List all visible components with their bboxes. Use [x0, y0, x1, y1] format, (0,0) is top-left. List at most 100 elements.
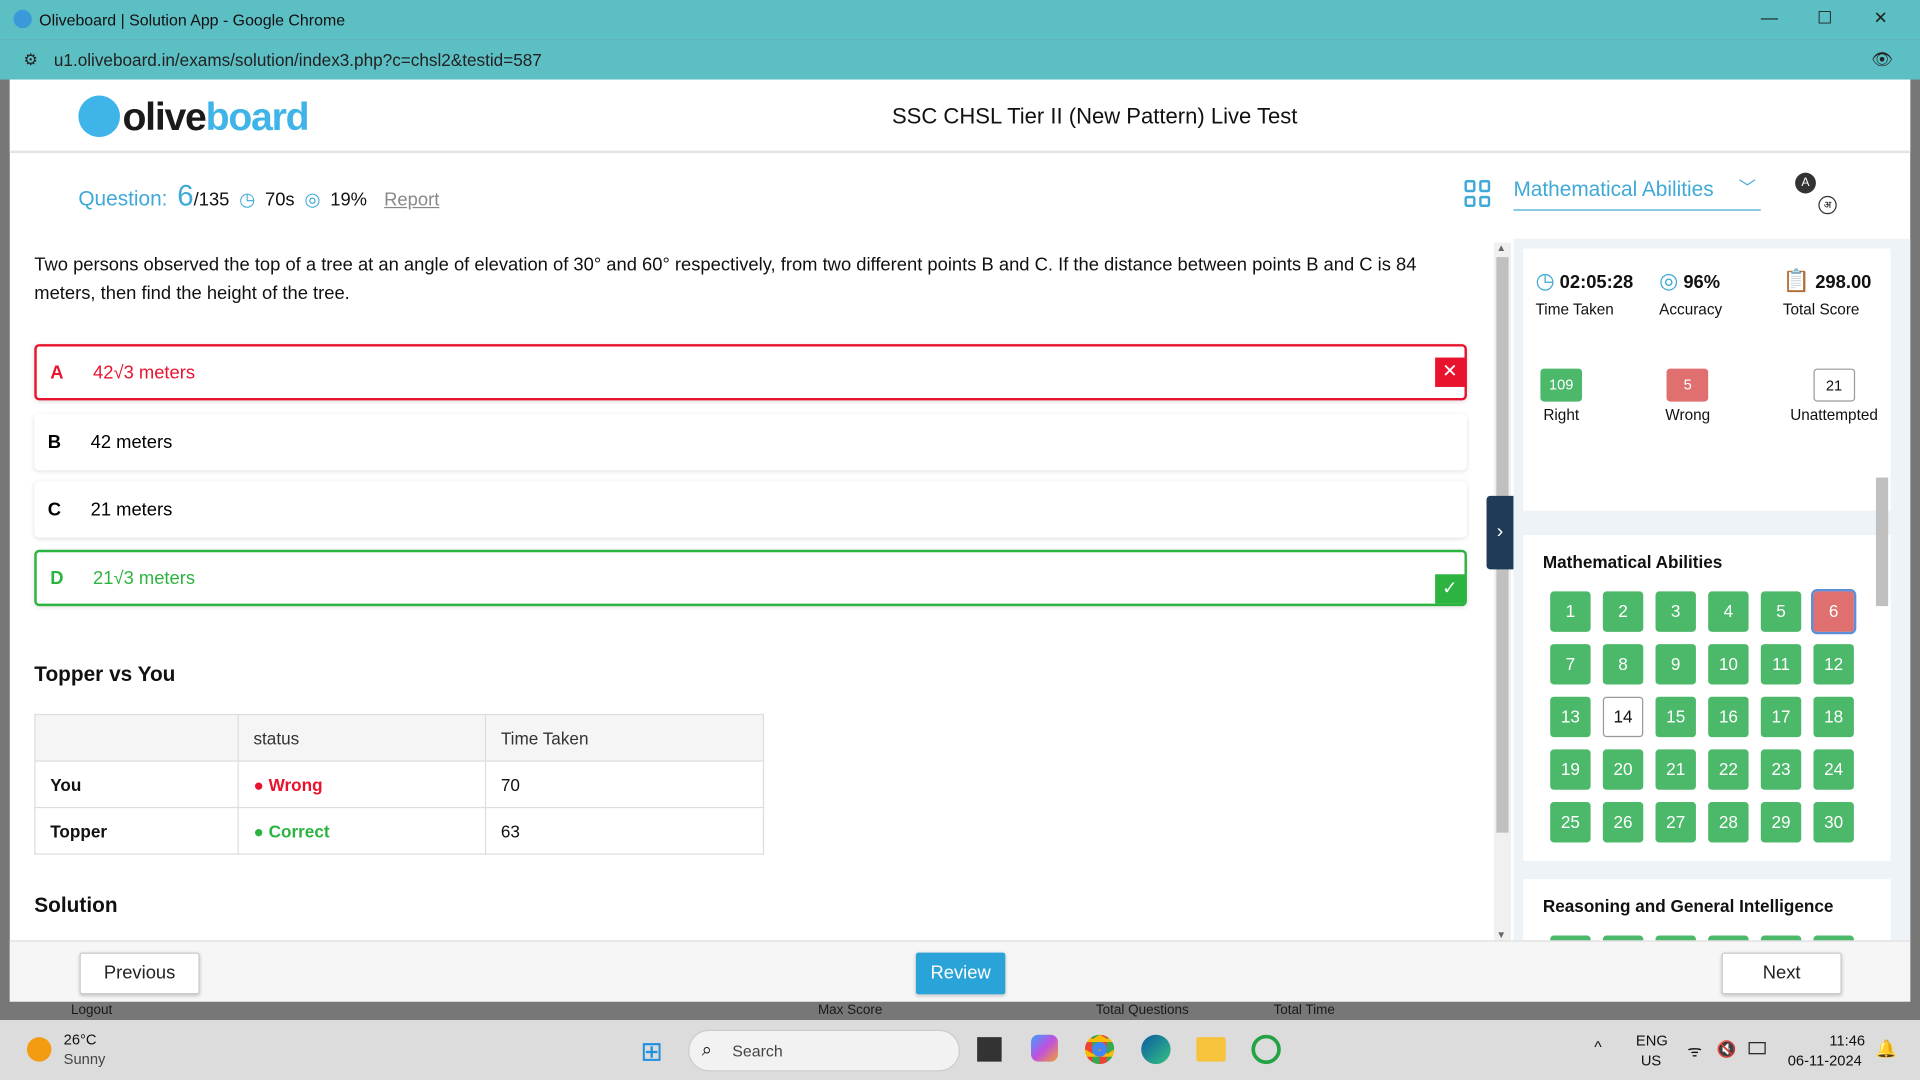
- site-settings-icon[interactable]: ⚙: [20, 50, 42, 70]
- palette-question-30[interactable]: 30: [1813, 802, 1854, 843]
- previous-button[interactable]: Previous: [79, 952, 200, 995]
- weather-temp[interactable]: 26°C: [64, 1031, 97, 1048]
- question-number: 6: [177, 180, 194, 214]
- question-time: 70s: [265, 189, 295, 211]
- option-letter: B: [47, 431, 62, 453]
- palette-question-3[interactable]: 3: [1655, 591, 1696, 632]
- question-bar: Question: 6/135 ◷ 70s ◎ 19% Report: [78, 180, 439, 214]
- volume-muted-icon[interactable]: 🔇: [1717, 1040, 1737, 1060]
- language-toggle-icon[interactable]: Aअ: [1795, 172, 1837, 215]
- wrong-x-icon: ✕: [1435, 357, 1465, 387]
- palette-question-21[interactable]: 21: [1655, 749, 1696, 790]
- option-c[interactable]: C 21 meters: [34, 481, 1467, 538]
- weather-condition[interactable]: Sunny: [64, 1051, 106, 1068]
- taskbar: 26°C Sunny ⊞ ⌕ Search ^ ENG US ᯤ 🔇 11:46 …: [0, 1020, 1920, 1080]
- url-text[interactable]: u1.oliveboard.in/exams/solution/index3.p…: [54, 50, 542, 70]
- language-indicator[interactable]: ENG: [1636, 1032, 1668, 1049]
- palette-question-26[interactable]: 26: [1602, 802, 1644, 843]
- behind-logout: Logout: [71, 1002, 113, 1018]
- palette-question-11[interactable]: 11: [1760, 644, 1802, 685]
- whatsapp-icon[interactable]: [1251, 1034, 1281, 1065]
- chevron-up-icon[interactable]: ^: [1594, 1037, 1601, 1055]
- palette-question-2[interactable]: 2: [1602, 591, 1644, 632]
- eye-off-icon[interactable]: 👁: [1871, 49, 1893, 70]
- palette-question-17[interactable]: 17: [1760, 696, 1802, 738]
- palette-question-28[interactable]: 28: [1708, 802, 1749, 843]
- windows-start-icon[interactable]: ⊞: [640, 1036, 663, 1068]
- palette-question-5[interactable]: 5: [1760, 591, 1802, 632]
- option-a[interactable]: A 42√3 meters ✕: [34, 344, 1467, 401]
- count-right: 109 Right: [1540, 368, 1583, 424]
- battery-icon[interactable]: [1748, 1042, 1766, 1055]
- palette-question-15[interactable]: 15: [1655, 696, 1696, 738]
- section-dropdown[interactable]: Mathematical Abilities ﹀: [1513, 176, 1761, 211]
- address-bar[interactable]: ⚙ u1.oliveboard.in/exams/solution/index3…: [0, 39, 1920, 80]
- palette-question-1[interactable]: 1: [1550, 591, 1591, 632]
- palette-question-20[interactable]: 20: [1602, 749, 1644, 790]
- palette-question-6[interactable]: 6: [1811, 588, 1857, 635]
- solution-page: oliveboard SSC CHSL Tier II (New Pattern…: [9, 79, 1911, 1002]
- target-icon: ◎: [304, 189, 321, 211]
- option-text: 42√3 meters: [93, 361, 196, 383]
- palette-question-19[interactable]: 19: [1550, 749, 1591, 790]
- copilot-icon[interactable]: [1031, 1034, 1058, 1062]
- weather-sun-icon[interactable]: [26, 1037, 52, 1062]
- language-region[interactable]: US: [1641, 1052, 1661, 1069]
- target-icon: ◎: [1659, 268, 1679, 293]
- option-d[interactable]: D 21√3 meters ✓: [34, 549, 1467, 607]
- row-who: Topper: [34, 806, 239, 855]
- chrome-icon[interactable]: [1084, 1034, 1115, 1065]
- option-text: 21√3 meters: [93, 567, 196, 589]
- palette-question-9[interactable]: 9: [1655, 644, 1696, 685]
- wifi-icon[interactable]: ᯤ: [1687, 1040, 1702, 1062]
- stat-accuracy: ◎ 96% Accuracy: [1659, 268, 1723, 319]
- palette-question-25[interactable]: 25: [1550, 802, 1591, 843]
- palette-question-24[interactable]: 24: [1813, 749, 1854, 790]
- palette-question-27[interactable]: 27: [1655, 802, 1696, 843]
- option-letter: C: [47, 498, 62, 520]
- topper-title: Topper vs You: [34, 662, 176, 686]
- clock-icon: ◷: [1535, 268, 1555, 293]
- topper-table: status Time Taken You ● Wrong 70 Topper …: [34, 713, 765, 855]
- main-scrollbar[interactable]: ▲ ▼: [1493, 242, 1512, 941]
- chevron-down-icon: ﹀: [1738, 176, 1756, 197]
- clock-date[interactable]: 06-11-2024: [1788, 1052, 1862, 1069]
- task-view-icon[interactable]: [977, 1037, 1002, 1062]
- palette-question-23[interactable]: 23: [1760, 749, 1802, 790]
- maximize-button[interactable]: ☐: [1817, 7, 1832, 28]
- palette-question-22[interactable]: 22: [1708, 749, 1749, 790]
- stat-time: ◷ 02:05:28 Time Taken: [1535, 268, 1634, 319]
- palette-question-29[interactable]: 29: [1760, 802, 1802, 843]
- palette-question-16[interactable]: 16: [1708, 696, 1749, 738]
- header-time: Time Taken: [484, 713, 765, 762]
- palette-question-7[interactable]: 7: [1550, 644, 1591, 685]
- minimize-button[interactable]: —: [1761, 7, 1778, 27]
- palette-question-18[interactable]: 18: [1813, 696, 1854, 738]
- palette-question-13[interactable]: 13: [1550, 696, 1591, 738]
- palette-question-14[interactable]: 14: [1602, 696, 1644, 738]
- palette-question-12[interactable]: 12: [1813, 644, 1854, 685]
- grid-icon[interactable]: [1464, 180, 1491, 207]
- question-total: /135: [193, 189, 230, 211]
- panel-scrollbar[interactable]: [1873, 463, 1890, 941]
- palette-question-10[interactable]: 10: [1708, 644, 1749, 685]
- report-link[interactable]: Report: [384, 190, 439, 211]
- question-text: Two persons observed the top of a tree a…: [34, 254, 1417, 304]
- edge-icon[interactable]: [1141, 1034, 1171, 1065]
- palette-question-8[interactable]: 8: [1602, 644, 1644, 685]
- palette-question-4[interactable]: 4: [1708, 591, 1749, 632]
- collapse-panel-button[interactable]: ›: [1486, 495, 1514, 570]
- clock-time[interactable]: 11:46: [1829, 1032, 1865, 1049]
- section-dropdown-value: Mathematical Abilities: [1513, 176, 1714, 201]
- taskbar-search[interactable]: ⌕ Search: [688, 1029, 961, 1072]
- close-button[interactable]: ✕: [1873, 7, 1887, 28]
- palette-title: Reasoning and General Intelligence: [1542, 896, 1834, 916]
- option-b[interactable]: B 42 meters: [34, 413, 1467, 471]
- favicon-icon: [13, 9, 32, 29]
- stat-score: 📋 298.00 Total Score: [1782, 268, 1872, 319]
- next-button[interactable]: Next: [1721, 952, 1842, 995]
- file-explorer-icon[interactable]: [1196, 1037, 1226, 1062]
- notification-bell-icon[interactable]: 🔔: [1876, 1038, 1897, 1059]
- review-button[interactable]: Review: [915, 952, 1006, 995]
- side-panel: ◷ 02:05:28 Time Taken ◎ 96% Accuracy 📋 298.00…: [1513, 238, 1911, 941]
